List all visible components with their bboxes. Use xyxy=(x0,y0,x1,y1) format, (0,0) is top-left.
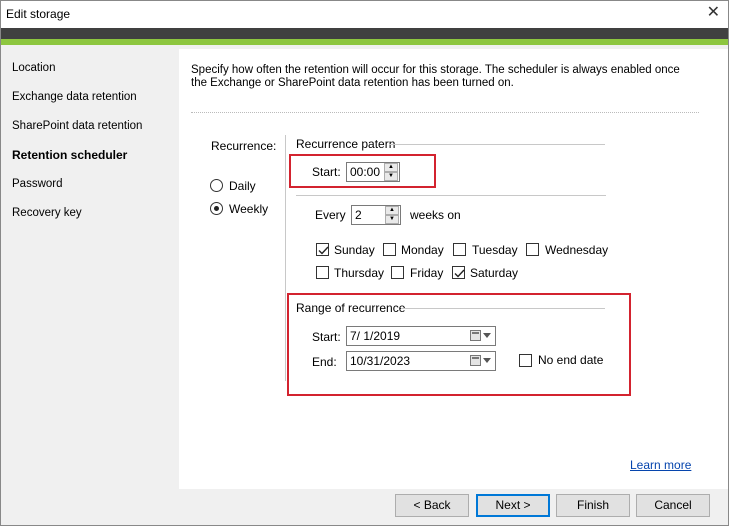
group-divider xyxy=(285,135,286,381)
separator xyxy=(191,112,699,113)
close-icon[interactable]: ✕ xyxy=(707,4,720,22)
main-panel: Specify how often the retention will occ… xyxy=(179,49,728,489)
every-weeks-spinner[interactable]: ▲ ▼ xyxy=(385,206,399,224)
saturday-checkbox[interactable] xyxy=(452,266,465,279)
every-weeks-value: 2 xyxy=(355,208,362,222)
window-title: Edit storage xyxy=(6,7,71,21)
range-highlight xyxy=(287,293,631,396)
sidebar-item-sharepoint-data-retention[interactable]: SharePoint data retention xyxy=(12,120,142,132)
sidebar-item-exchange-data-retention[interactable]: Exchange data retention xyxy=(12,91,137,103)
sidebar-item-recovery-key[interactable]: Recovery key xyxy=(12,207,82,219)
tuesday-label: Tuesday xyxy=(472,243,518,257)
friday-label: Friday xyxy=(410,266,444,280)
next-button[interactable]: Next > xyxy=(476,494,550,517)
check-icon xyxy=(318,246,329,255)
monday-checkbox[interactable] xyxy=(383,243,396,256)
monday-label: Monday xyxy=(401,243,444,257)
every-weeks-input[interactable]: 2 ▲ ▼ xyxy=(351,205,401,225)
wednesday-label: Wednesday xyxy=(545,243,609,257)
sunday-label: Sunday xyxy=(334,243,375,257)
pattern-rule xyxy=(296,195,606,196)
daily-radio[interactable] xyxy=(210,179,223,192)
sunday-checkbox[interactable] xyxy=(316,243,329,256)
sidebar-item-retention-scheduler[interactable]: Retention scheduler xyxy=(12,148,127,162)
edit-storage-dialog: Edit storage ✕ Location Exchange data re… xyxy=(0,0,729,526)
recurrence-pattern-heading: Recurrence patern xyxy=(296,137,396,151)
pattern-heading-rule xyxy=(389,144,605,145)
sidebar-item-password[interactable]: Password xyxy=(12,178,63,190)
spin-up-icon[interactable]: ▲ xyxy=(385,206,399,215)
title-bar: Edit storage ✕ xyxy=(1,1,728,28)
saturday-label: Saturday xyxy=(470,266,519,280)
recurrence-label: Recurrence: xyxy=(211,139,277,153)
start-time-highlight xyxy=(289,154,436,188)
cancel-button[interactable]: Cancel xyxy=(636,494,710,517)
tuesday-checkbox[interactable] xyxy=(453,243,466,256)
weeks-on-label: weeks on xyxy=(410,208,461,222)
back-button[interactable]: < Back xyxy=(395,494,469,517)
learn-more-link[interactable]: Learn more xyxy=(630,458,691,472)
thursday-checkbox[interactable] xyxy=(316,266,329,279)
weekly-label: Weekly xyxy=(229,202,269,216)
thursday-label: Thursday xyxy=(334,266,385,280)
description-text: Specify how often the retention will occ… xyxy=(191,64,680,89)
header-band xyxy=(1,28,728,39)
every-label: Every xyxy=(315,208,346,222)
daily-label: Daily xyxy=(229,179,256,193)
spin-down-icon[interactable]: ▼ xyxy=(385,215,399,224)
weekly-radio[interactable] xyxy=(210,202,223,215)
check-icon xyxy=(454,269,465,278)
sidebar-item-location[interactable]: Location xyxy=(12,62,55,74)
wednesday-checkbox[interactable] xyxy=(526,243,539,256)
finish-button[interactable]: Finish xyxy=(556,494,630,517)
friday-checkbox[interactable] xyxy=(391,266,404,279)
sidebar: Location Exchange data retention SharePo… xyxy=(1,45,179,490)
